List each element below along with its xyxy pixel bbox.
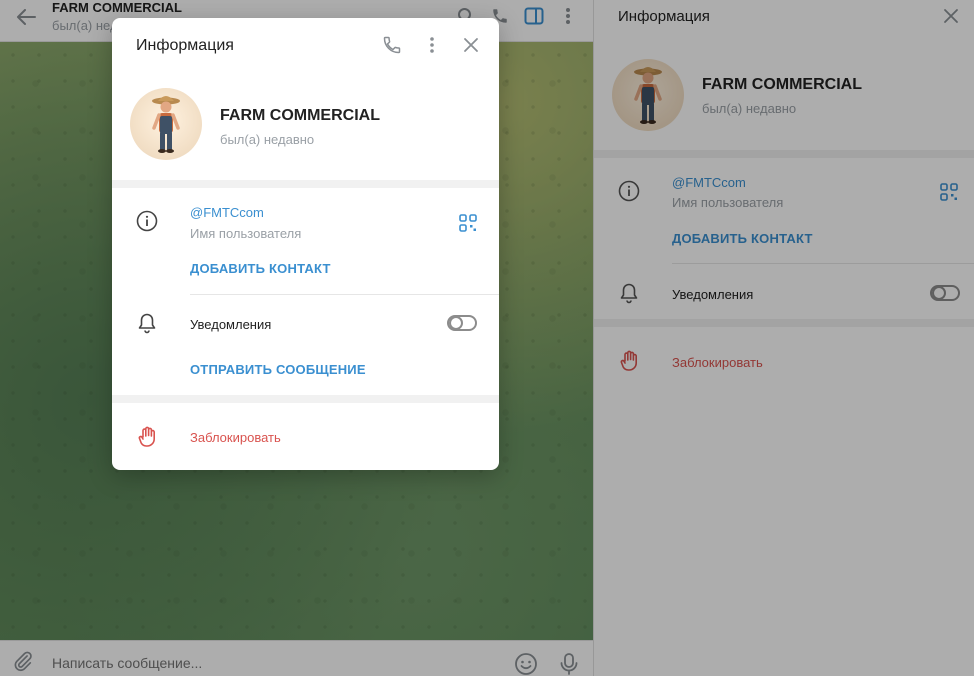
notifications-label: Уведомления: [190, 317, 272, 332]
close-icon[interactable]: [462, 36, 480, 54]
info-dialog: Информация FARM COMMERCIAL был(а) недавн…: [112, 18, 499, 470]
block-button[interactable]: Заблокировать: [190, 430, 281, 445]
contact-name: FARM COMMERCIAL: [220, 107, 380, 124]
avatar[interactable]: [130, 88, 202, 160]
info-circle-icon: [136, 210, 158, 232]
username-label: Имя пользователя: [190, 226, 302, 241]
phone-icon[interactable]: [382, 35, 402, 55]
qr-code-icon[interactable]: [459, 214, 477, 232]
add-contact-button[interactable]: ДОБАВИТЬ КОНТАКТ: [190, 261, 331, 276]
modal-backdrop-panel[interactable]: [593, 0, 974, 676]
divider: [190, 294, 499, 295]
section-divider: [112, 395, 499, 403]
bell-icon: [136, 312, 158, 334]
dialog-title: Информация: [136, 37, 234, 54]
username-link[interactable]: @FMTCcom: [190, 205, 264, 220]
section-divider: [112, 180, 499, 188]
notifications-toggle[interactable]: [447, 315, 477, 331]
contact-status: был(а) недавно: [220, 132, 315, 147]
send-message-button[interactable]: ОТПРАВИТЬ СООБЩЕНИЕ: [190, 362, 366, 377]
hand-stop-icon: [138, 426, 158, 448]
more-vertical-icon[interactable]: [422, 35, 442, 55]
